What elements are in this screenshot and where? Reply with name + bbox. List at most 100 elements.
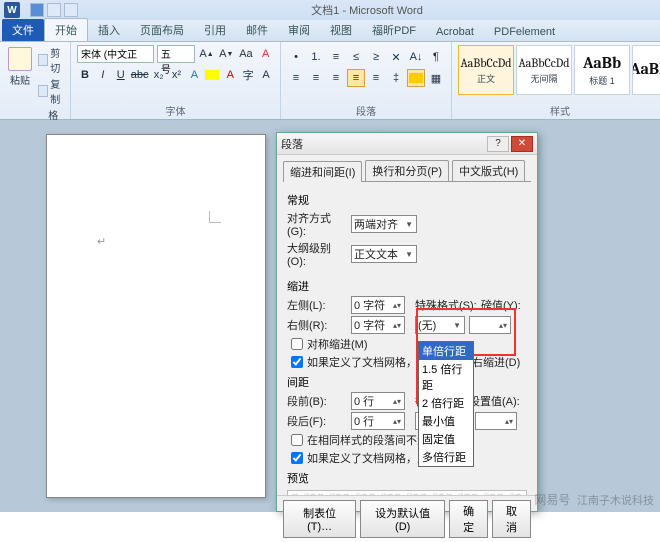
dropdown-option[interactable]: 固定值: [419, 430, 473, 448]
border-char-button[interactable]: A: [258, 66, 274, 84]
superscript-button[interactable]: x²: [169, 66, 185, 84]
after-label: 段后(F):: [287, 413, 347, 429]
at-label: 设置值(A):: [469, 393, 521, 409]
dropdown-option[interactable]: 多倍行距: [419, 448, 473, 466]
paste-button[interactable]: 粘贴: [6, 45, 34, 89]
line-spacing-button[interactable]: ‡: [387, 69, 405, 87]
italic-button[interactable]: I: [95, 66, 111, 84]
style-more[interactable]: AaBl: [632, 45, 660, 95]
tab-file[interactable]: 文件: [2, 19, 44, 41]
preview-label: 预览: [287, 470, 527, 486]
font-size-select[interactable]: 五号: [157, 45, 195, 63]
left-indent-label: 左侧(L):: [287, 297, 347, 313]
bold-button[interactable]: B: [77, 66, 93, 84]
alignment-select[interactable]: 两端对齐▼: [351, 215, 417, 233]
indent-inc-button[interactable]: ≥: [367, 48, 385, 66]
mirror-indent-checkbox[interactable]: [291, 338, 303, 350]
align-center-button[interactable]: ≡: [307, 69, 325, 87]
style-heading1[interactable]: AaBb标题 1: [574, 45, 630, 95]
save-icon[interactable]: [30, 3, 44, 17]
chevron-down-icon: ▼: [452, 321, 462, 330]
tab-review[interactable]: 审阅: [278, 19, 320, 41]
outline-select[interactable]: 正文文本▼: [351, 245, 417, 263]
linespacing-dropdown[interactable]: 单倍行距 1.5 倍行距 2 倍行距 最小值 固定值 多倍行距: [418, 341, 474, 467]
special-select[interactable]: (无)▼: [415, 316, 465, 334]
tab-insert[interactable]: 插入: [88, 19, 130, 41]
distribute-button[interactable]: ≡: [367, 69, 385, 87]
before-label: 段前(B):: [287, 393, 347, 409]
text-effects-button[interactable]: A: [186, 66, 202, 84]
tab-view[interactable]: 视图: [320, 19, 362, 41]
tab-pdfelement[interactable]: PDFelement: [484, 23, 565, 41]
redo-icon[interactable]: [64, 3, 78, 17]
highlight-button[interactable]: [204, 66, 220, 84]
paste-icon: [8, 47, 32, 71]
copy-button[interactable]: 复制: [38, 76, 64, 106]
close-button[interactable]: ✕: [511, 136, 533, 152]
dropdown-option[interactable]: 最小值: [419, 412, 473, 430]
dropdown-option[interactable]: 单倍行距: [419, 342, 473, 360]
asian-layout-button[interactable]: ✕: [387, 48, 405, 66]
tabs-button[interactable]: 制表位(T)…: [283, 500, 356, 538]
general-section: 常规: [287, 192, 527, 208]
show-marks-button[interactable]: ¶: [427, 48, 445, 66]
tab-acrobat[interactable]: Acrobat: [426, 23, 484, 41]
right-indent-label: 右侧(R):: [287, 317, 347, 333]
multilevel-button[interactable]: ≡: [327, 48, 345, 66]
document-page[interactable]: ↵: [46, 134, 266, 498]
left-indent-value: 0 字符: [354, 297, 385, 313]
cancel-button[interactable]: 取消: [492, 500, 531, 538]
before-value: 0 行: [354, 393, 374, 409]
dialog-tabs: 缩进和间距(I) 换行和分页(P) 中文版式(H): [277, 155, 537, 181]
default-button[interactable]: 设为默认值(D): [360, 500, 445, 538]
style-nospacing[interactable]: AaBbCcDd无间隔: [516, 45, 572, 95]
same-style-checkbox[interactable]: [291, 434, 303, 446]
after-spinner[interactable]: 0 行▴▾: [351, 412, 405, 430]
tab-line-page[interactable]: 换行和分页(P): [365, 160, 449, 181]
indent-dec-button[interactable]: ≤: [347, 48, 365, 66]
borders-button[interactable]: ▦: [427, 69, 445, 87]
tab-mailings[interactable]: 邮件: [236, 19, 278, 41]
change-case-button[interactable]: Aa: [238, 45, 255, 63]
dialog-titlebar[interactable]: 段落 ? ✕: [277, 133, 537, 155]
scissors-icon: [38, 54, 48, 66]
tab-references[interactable]: 引用: [194, 19, 236, 41]
phonetic-button[interactable]: 字: [240, 66, 256, 84]
numbering-button[interactable]: 1.: [307, 48, 325, 66]
tab-indent-spacing[interactable]: 缩进和间距(I): [283, 161, 362, 182]
clear-format-button[interactable]: A: [257, 45, 274, 63]
align-right-button[interactable]: ≡: [327, 69, 345, 87]
undo-icon[interactable]: [47, 3, 61, 17]
tab-asian[interactable]: 中文版式(H): [452, 160, 525, 181]
sort-button[interactable]: A↓: [407, 48, 425, 66]
underline-button[interactable]: U: [113, 66, 129, 84]
dropdown-option[interactable]: 1.5 倍行距: [419, 360, 473, 394]
tab-layout[interactable]: 页面布局: [130, 19, 194, 41]
dropdown-option[interactable]: 2 倍行距: [419, 394, 473, 412]
help-button[interactable]: ?: [487, 136, 509, 152]
font-color-button[interactable]: A: [222, 66, 238, 84]
tab-home[interactable]: 开始: [44, 18, 88, 41]
align-left-button[interactable]: ≡: [287, 69, 305, 87]
right-indent-spinner[interactable]: 0 字符▴▾: [351, 316, 405, 334]
bullets-button[interactable]: •: [287, 48, 305, 66]
shrink-font-button[interactable]: A▼: [218, 45, 235, 63]
strike-button[interactable]: abc: [131, 66, 149, 84]
by-spinner[interactable]: ▴▾: [469, 316, 511, 334]
style-preview: AaBb: [583, 54, 621, 72]
quick-access-toolbar: [30, 3, 78, 17]
cut-button[interactable]: 剪切: [38, 45, 64, 75]
left-indent-spinner[interactable]: 0 字符▴▾: [351, 296, 405, 314]
align-grid-checkbox[interactable]: [291, 452, 303, 464]
auto-right-indent-checkbox[interactable]: [291, 356, 303, 368]
style-name: 正文: [477, 72, 495, 85]
ok-button[interactable]: 确定: [449, 500, 488, 538]
before-spinner[interactable]: 0 行▴▾: [351, 392, 405, 410]
grow-font-button[interactable]: A▲: [198, 45, 215, 63]
style-normal[interactable]: AaBbCcDd正文: [458, 45, 514, 95]
font-family-select[interactable]: 宋体 (中文正: [77, 45, 154, 63]
shading-button[interactable]: [407, 69, 425, 87]
at-spinner[interactable]: ▴▾: [475, 412, 517, 430]
tab-foxit[interactable]: 福昕PDF: [362, 19, 426, 41]
justify-button[interactable]: ≡: [347, 69, 365, 87]
